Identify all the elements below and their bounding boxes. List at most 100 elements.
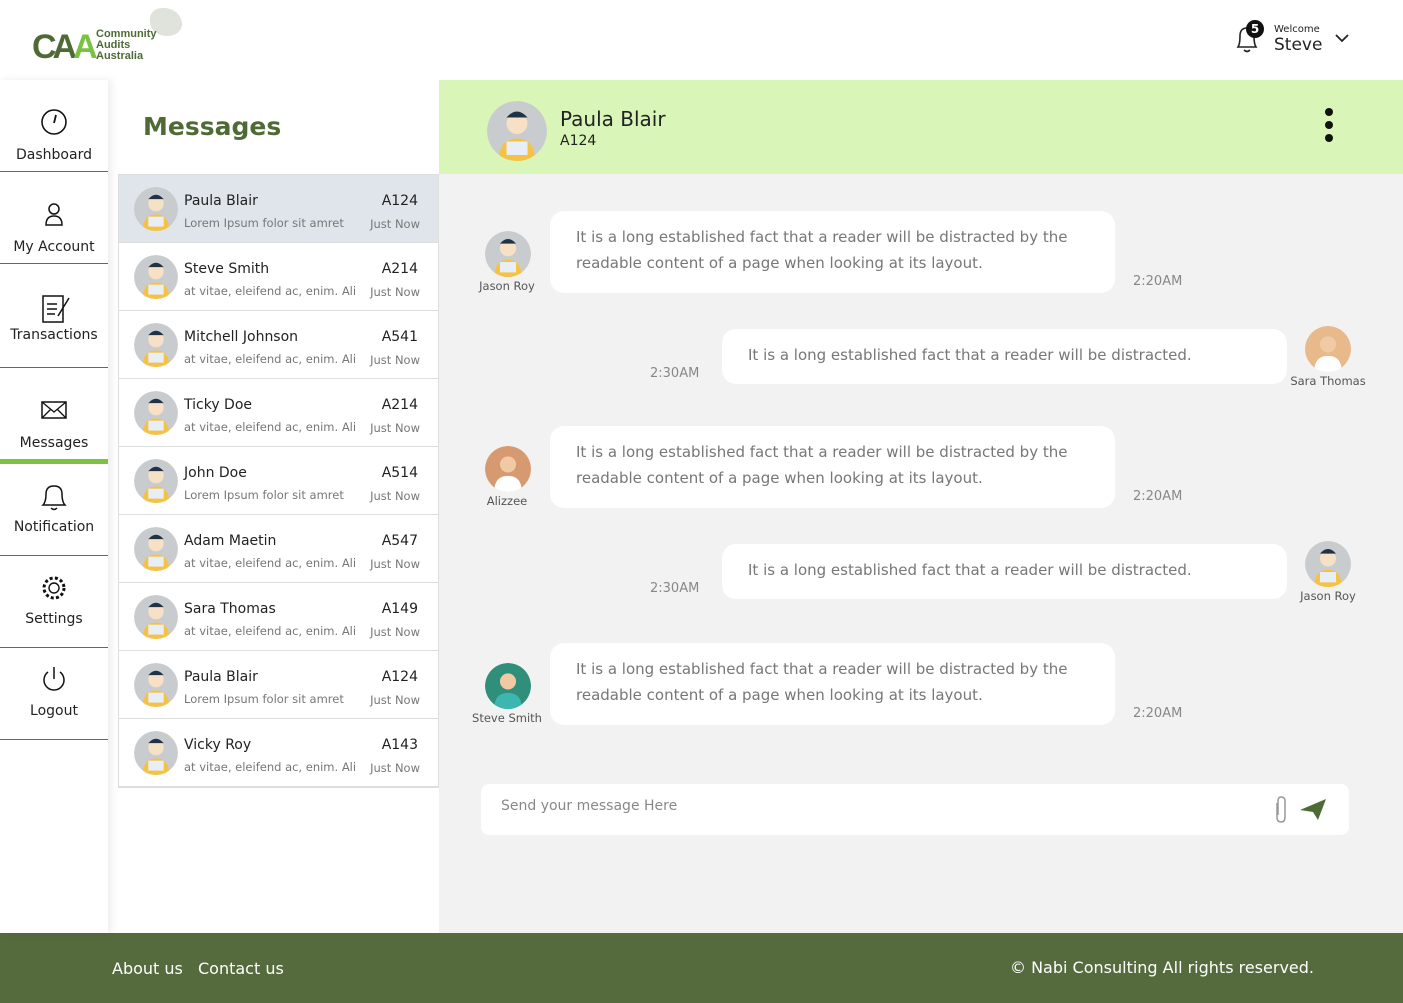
about-us-link[interactable]: About us (112, 959, 183, 978)
chat-area: It is a long established fact that a rea… (439, 174, 1403, 933)
power-icon (43, 667, 65, 691)
sidebar-item-settings[interactable]: Settings (0, 556, 108, 648)
sidebar-item-logout[interactable]: Logout (0, 648, 108, 740)
conversation-item[interactable]: Paula Blair Lorem Ipsum folor sit amret … (119, 651, 438, 719)
chevron-down-icon[interactable] (1334, 32, 1350, 44)
chat-contact-name: Paula Blair (560, 107, 666, 131)
contact-name: Paula Blair (184, 193, 258, 209)
sender-avatar (485, 663, 531, 709)
message-preview: at vitae, eleifend ac, enim. Ali (184, 624, 357, 638)
message-time: 2:20AM (1133, 706, 1183, 721)
gauge-icon (41, 109, 67, 135)
sidebar-item-label: My Account (13, 239, 95, 255)
avatar (134, 255, 178, 299)
contact-code: A124 (381, 193, 418, 209)
message-time: Just Now (370, 353, 420, 367)
contact-name: Ticky Doe (184, 397, 253, 413)
contact-code: A514 (381, 465, 418, 481)
message-bubble: It is a long established fact that a rea… (550, 211, 1115, 293)
message-preview: at vitae, eleifend ac, enim. Ali (184, 284, 357, 298)
footer: About us Contact us © Nabi Consulting Al… (0, 933, 1403, 1003)
conversation-item[interactable]: Steve Smith at vitae, eleifend ac, enim.… (119, 243, 438, 311)
avatar (134, 595, 178, 639)
logo[interactable]: CAA Community Audits Australia (32, 8, 192, 68)
avatar (134, 459, 178, 503)
sidebar-item-notification[interactable]: Notification (0, 464, 108, 556)
contact-code: A214 (381, 261, 418, 277)
message-bubble: It is a long established fact that a rea… (722, 544, 1287, 599)
conversation-item[interactable]: John Doe Lorem Ipsum folor sit amret A51… (119, 447, 438, 515)
avatar (487, 101, 547, 161)
contact-code: A541 (381, 329, 418, 345)
envelope-icon (41, 401, 67, 419)
message-bubble: It is a long established fact that a rea… (550, 426, 1115, 508)
sidebar-item-messages[interactable]: Messages (0, 368, 108, 464)
sidebar-item-label: Settings (25, 611, 83, 627)
notification-badge: 5 (1246, 20, 1264, 38)
contact-code: A149 (381, 601, 418, 617)
sender-name: Alizzee (486, 494, 528, 508)
sender-avatar (485, 446, 531, 492)
sidebar-item-my-account[interactable]: My Account (0, 172, 108, 264)
chat-message: It is a long established fact that a rea… (439, 211, 1403, 323)
paperclip-icon[interactable] (1271, 795, 1289, 825)
user-name[interactable]: Steve (1274, 35, 1322, 55)
welcome-label: Welcome (1274, 24, 1320, 35)
sidebar-item-transactions[interactable]: Transactions (0, 264, 108, 368)
chat-message: It is a long established fact that a rea… (439, 643, 1403, 755)
conversation-item[interactable]: Vicky Roy at vitae, eleifend ac, enim. A… (119, 719, 438, 787)
contact-code: A143 (381, 737, 418, 753)
message-time: Just Now (370, 285, 420, 299)
sidebar-item-dashboard[interactable]: Dashboard (0, 80, 108, 172)
message-time: 2:20AM (1133, 274, 1183, 289)
conversation-list: Paula Blair Lorem Ipsum folor sit amret … (118, 174, 439, 788)
chat-message: It is a long established fact that a rea… (439, 326, 1403, 414)
conversation-item[interactable]: Paula Blair Lorem Ipsum folor sit amret … (119, 175, 438, 243)
sidebar-item-label: Dashboard (16, 147, 92, 163)
message-time: Just Now (370, 761, 420, 775)
contact-name: Adam Maetin (184, 533, 277, 549)
sender-avatar (1305, 541, 1351, 587)
contact-code: A547 (381, 533, 418, 549)
contact-code: A124 (381, 669, 418, 685)
sender-avatar (1305, 326, 1351, 372)
message-preview: Lorem Ipsum folor sit amret (184, 692, 344, 706)
message-time: Just Now (370, 557, 420, 571)
conversation-item[interactable]: Adam Maetin at vitae, eleifend ac, enim.… (119, 515, 438, 583)
sender-name: Sara Thomas (1290, 374, 1366, 388)
message-bubble: It is a long established fact that a rea… (550, 643, 1115, 725)
contact-name: Sara Thomas (184, 601, 276, 617)
message-preview: Lorem Ipsum folor sit amret (184, 488, 344, 502)
chat-contact-code: A124 (560, 133, 597, 149)
sidebar-item-label: Notification (13, 519, 95, 535)
copyright: © Nabi Consulting All rights reserved. (1010, 958, 1314, 977)
send-icon[interactable] (1299, 797, 1327, 821)
avatar (134, 663, 178, 707)
page-title: Messages (143, 112, 282, 141)
conversation-item[interactable]: Mitchell Johnson at vitae, eleifend ac, … (119, 311, 438, 379)
message-preview: at vitae, eleifend ac, enim. Ali (184, 556, 357, 570)
message-time: Just Now (370, 489, 420, 503)
message-time: Just Now (370, 625, 420, 639)
sender-name: Steve Smith (472, 711, 542, 725)
message-bubble: It is a long established fact that a rea… (722, 329, 1287, 384)
sidebar-item-label: Messages (19, 435, 89, 451)
gear-icon (42, 576, 66, 600)
contact-name: Mitchell Johnson (184, 329, 299, 345)
avatar (134, 731, 178, 775)
message-time: Just Now (370, 693, 420, 707)
message-time: Just Now (370, 217, 420, 231)
document-pen-icon (42, 295, 70, 323)
conversation-item[interactable]: Sara Thomas at vitae, eleifend ac, enim.… (119, 583, 438, 651)
message-input[interactable] (501, 798, 1241, 814)
avatar (134, 527, 178, 571)
more-options-icon[interactable] (1325, 108, 1335, 146)
sidebar: Dashboard My Account Transactions Messag… (0, 80, 108, 933)
contact-name: Paula Blair (184, 669, 258, 685)
chat-message: It is a long established fact that a rea… (439, 426, 1403, 538)
message-preview: at vitae, eleifend ac, enim. Ali (184, 420, 357, 434)
conversation-item[interactable]: Ticky Doe at vitae, eleifend ac, enim. A… (119, 379, 438, 447)
contact-us-link[interactable]: Contact us (198, 959, 284, 978)
message-time: 2:30AM (650, 581, 700, 596)
chat-header: Paula Blair A124 (439, 80, 1403, 174)
